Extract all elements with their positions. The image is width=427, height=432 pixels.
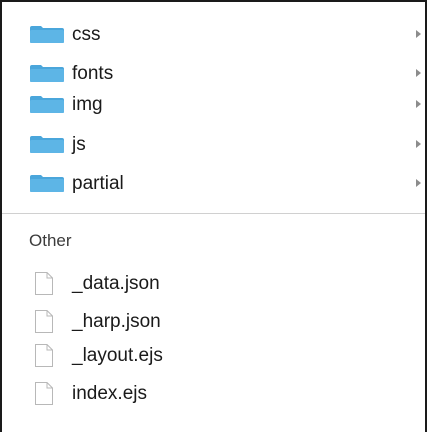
file-name: index.ejs [72,383,147,404]
folder-icon [30,175,64,192]
folder-name: partial [72,173,124,194]
document-icon [35,382,53,405]
file-row-data-json[interactable]: _data.json [2,270,423,296]
section-header-other: Other [29,231,72,250]
folder-icon [30,96,64,113]
folder-row-partial[interactable]: partial [2,170,423,196]
folder-row-js[interactable]: js [2,131,423,157]
folder-icon [30,65,64,82]
folder-icon [30,26,64,43]
section-divider [2,213,425,214]
chevron-right-icon [416,69,421,77]
file-row-harp-json[interactable]: _harp.json [2,308,423,334]
folder-name: js [72,134,86,155]
chevron-right-icon [416,179,421,187]
folder-icon [30,136,64,153]
chevron-right-icon [416,100,421,108]
document-icon [35,272,53,295]
folder-row-img[interactable]: img [2,91,423,117]
folder-name: css [72,24,101,45]
file-browser-column: css fonts img js partial Other _data.jso… [0,0,427,432]
folder-name: fonts [72,63,114,84]
file-row-index-ejs[interactable]: index.ejs [2,380,423,406]
folder-row-css[interactable]: css [2,21,423,47]
document-icon [35,344,53,367]
chevron-right-icon [416,30,421,38]
folder-name: img [72,94,103,115]
file-name: _harp.json [72,311,161,332]
chevron-right-icon [416,140,421,148]
file-name: _layout.ejs [72,345,163,366]
document-icon [35,310,53,333]
file-row-layout-ejs[interactable]: _layout.ejs [2,342,423,368]
file-name: _data.json [72,273,160,294]
folder-row-fonts[interactable]: fonts [2,60,423,86]
